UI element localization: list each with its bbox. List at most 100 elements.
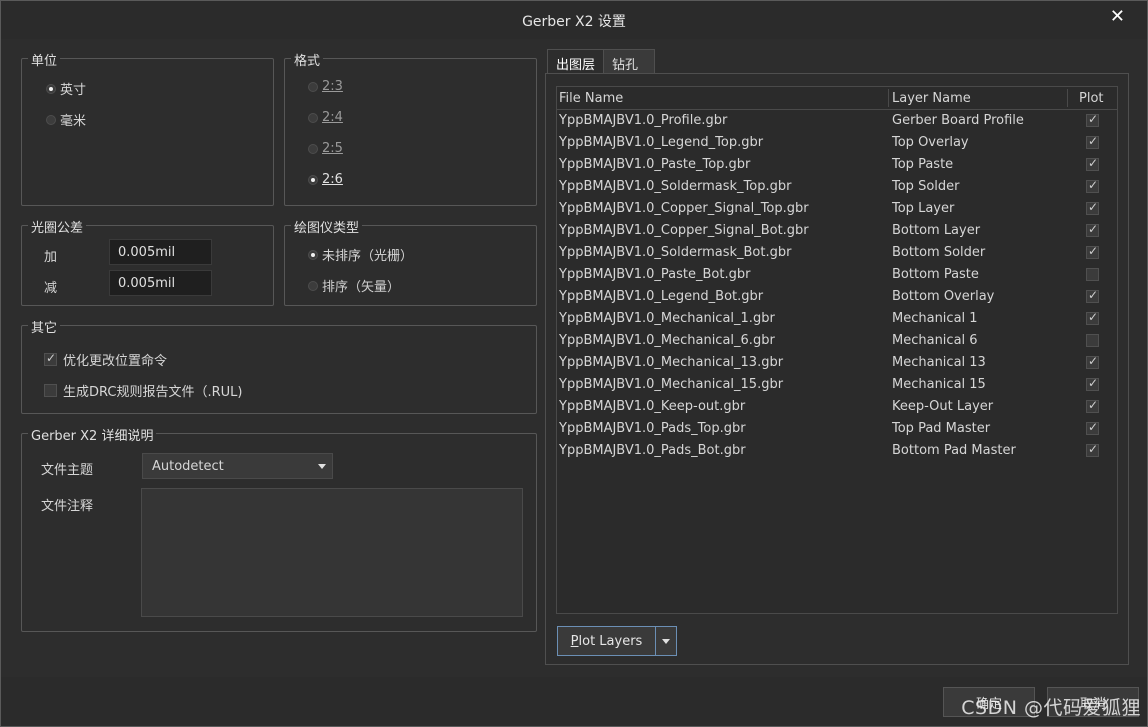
option-label: 优化更改位置命令	[63, 354, 168, 369]
table-row[interactable]: YppBMAJBV1.0_Copper_Signal_Bot.gbr Bottom…	[557, 220, 1117, 242]
radio-icon[interactable]	[308, 280, 318, 291]
table-row[interactable]: YppBMAJBV1.0_Copper_Signal_Top.gbr Top La…	[557, 198, 1117, 220]
plot-checkbox-icon[interactable]	[1086, 334, 1099, 347]
plot-cell	[1086, 354, 1099, 369]
generate-drc-report-option[interactable]: 生成DRC规则报告文件（.RUL)	[44, 381, 242, 400]
layer-name-cell: Mechanical 6	[892, 333, 978, 348]
table-row[interactable]: YppBMAJBV1.0_Pads_Top.gbr Top Pad Master	[557, 418, 1117, 440]
optimize-position-commands-option[interactable]: 优化更改位置命令	[44, 350, 167, 369]
radio-icon[interactable]	[308, 112, 318, 123]
radio-icon[interactable]	[308, 174, 318, 185]
file-name-cell: YppBMAJBV1.0_Mechanical_6.gbr	[559, 333, 775, 348]
units-option-inch[interactable]: 英寸	[46, 79, 86, 98]
table-row[interactable]: YppBMAJBV1.0_Paste_Bot.gbr Bottom Paste	[557, 264, 1117, 286]
checkbox-icon[interactable]	[44, 351, 57, 366]
plot-checkbox-icon[interactable]	[1086, 178, 1099, 193]
chevron-down-icon[interactable]	[655, 627, 676, 655]
column-divider[interactable]	[888, 89, 889, 107]
units-option-label: 英寸	[60, 83, 87, 98]
file-name-cell: YppBMAJBV1.0_Mechanical_1.gbr	[559, 311, 775, 326]
aperture-plus-label: 加	[44, 250, 58, 265]
checkbox-icon[interactable]	[44, 384, 57, 397]
layer-name-cell: Bottom Solder	[892, 245, 986, 260]
plot-checkbox-icon[interactable]	[1086, 268, 1099, 281]
tab-plot-layers[interactable]: 出图层	[547, 49, 605, 73]
plot-checkbox-icon[interactable]	[1086, 200, 1099, 215]
plot-checkbox-icon[interactable]	[1086, 112, 1099, 127]
table-row[interactable]: YppBMAJBV1.0_Soldermask_Bot.gbr Bottom So…	[557, 242, 1117, 264]
format-option-2-3[interactable]: 2:3	[308, 79, 343, 94]
table-row[interactable]: YppBMAJBV1.0_Keep-out.gbr Keep-Out Layer	[557, 396, 1117, 418]
file-name-cell: YppBMAJBV1.0_Legend_Top.gbr	[559, 135, 764, 150]
plot-checkbox-icon[interactable]	[1086, 310, 1099, 325]
units-option-label: 毫米	[60, 114, 87, 129]
plot-checkbox-icon[interactable]	[1086, 134, 1099, 149]
plot-layers-button-main[interactable]: Plot Layers	[558, 627, 655, 655]
close-icon[interactable]: ✕	[1110, 6, 1125, 27]
plot-checkbox-icon[interactable]	[1086, 222, 1099, 237]
title-bar: Gerber X2 设置 ✕	[1, 1, 1147, 39]
plot-checkbox-icon[interactable]	[1086, 354, 1099, 369]
file-name-cell: YppBMAJBV1.0_Profile.gbr	[559, 113, 728, 128]
x2-details-group: Gerber X2 详细说明 文件主题 Autodetect 文件注释	[21, 425, 537, 632]
layer-name-cell: Mechanical 13	[892, 355, 986, 370]
other-group-title: 其它	[28, 317, 61, 336]
file-name-cell: YppBMAJBV1.0_Mechanical_13.gbr	[559, 355, 784, 370]
aperture-group-title: 光圈公差	[28, 217, 87, 236]
gerber-x2-dialog: Gerber X2 设置 ✕ 单位 英寸 毫米 格式 2:3 2:4 2:5 2…	[0, 0, 1148, 727]
plot-checkbox-icon[interactable]	[1086, 442, 1099, 457]
mnemonic-letter: P	[570, 633, 579, 649]
plot-checkbox-icon[interactable]	[1086, 420, 1099, 435]
table-row[interactable]: YppBMAJBV1.0_Mechanical_15.gbr Mechanical…	[557, 374, 1117, 396]
plot-checkbox-icon[interactable]	[1086, 398, 1099, 413]
plot-cell	[1086, 398, 1099, 413]
file-name-cell: YppBMAJBV1.0_Copper_Signal_Top.gbr	[559, 201, 809, 216]
layer-name-cell: Top Layer	[892, 201, 955, 216]
plot-cell	[1086, 200, 1099, 215]
table-row[interactable]: YppBMAJBV1.0_Mechanical_1.gbr Mechanical …	[557, 308, 1117, 330]
plotter-option-label: 排序（矢量）	[322, 280, 401, 295]
table-row[interactable]: YppBMAJBV1.0_Paste_Top.gbr Top Paste	[557, 154, 1117, 176]
radio-icon[interactable]	[308, 143, 318, 154]
column-header-file-name[interactable]: File Name	[559, 91, 623, 106]
format-option-2-6[interactable]: 2:6	[308, 172, 343, 187]
table-row[interactable]: YppBMAJBV1.0_Soldermask_Top.gbr Top Solde…	[557, 176, 1117, 198]
plot-cell	[1086, 268, 1099, 281]
column-divider[interactable]	[1067, 89, 1068, 107]
units-option-mm[interactable]: 毫米	[46, 110, 86, 129]
plot-layers-label-rest: lot Layers	[578, 633, 643, 649]
format-option-2-4[interactable]: 2:4	[308, 110, 343, 125]
plot-layers-button[interactable]: Plot Layers	[557, 626, 677, 656]
table-row[interactable]: YppBMAJBV1.0_Legend_Top.gbr Top Overlay	[557, 132, 1117, 154]
radio-icon[interactable]	[308, 81, 318, 92]
layer-name-cell: Bottom Pad Master	[892, 443, 1016, 458]
plot-cell	[1086, 376, 1099, 391]
file-subject-select[interactable]: Autodetect	[142, 453, 333, 479]
aperture-minus-input[interactable]: 0.005mil	[109, 270, 212, 296]
plot-checkbox-icon[interactable]	[1086, 156, 1099, 171]
table-row[interactable]: YppBMAJBV1.0_Mechanical_6.gbr Mechanical …	[557, 330, 1117, 352]
radio-icon[interactable]	[308, 249, 318, 260]
plot-checkbox-icon[interactable]	[1086, 376, 1099, 391]
tab-drill[interactable]: 钻孔	[603, 49, 655, 73]
radio-icon[interactable]	[46, 83, 56, 94]
plot-cell	[1086, 156, 1099, 171]
format-option-2-5[interactable]: 2:5	[308, 141, 343, 156]
aperture-group: 光圈公差 加 0.005mil 减 0.005mil	[21, 217, 274, 306]
column-header-plot[interactable]: Plot	[1079, 91, 1104, 106]
table-row[interactable]: YppBMAJBV1.0_Legend_Bot.gbr Bottom Overla…	[557, 286, 1117, 308]
table-row[interactable]: YppBMAJBV1.0_Pads_Bot.gbr Bottom Pad Mast…	[557, 440, 1117, 462]
plot-checkbox-icon[interactable]	[1086, 244, 1099, 259]
table-row[interactable]: YppBMAJBV1.0_Mechanical_13.gbr Mechanical…	[557, 352, 1117, 374]
table-row[interactable]: YppBMAJBV1.0_Profile.gbr Gerber Board Pro…	[557, 110, 1117, 132]
plotter-option-sorted[interactable]: 排序（矢量）	[308, 276, 400, 295]
plotter-option-unsorted[interactable]: 未排序（光栅）	[308, 245, 413, 264]
file-comment-textarea[interactable]	[141, 488, 523, 617]
aperture-plus-input[interactable]: 0.005mil	[109, 239, 212, 265]
column-header-layer-name[interactable]: Layer Name	[892, 91, 971, 106]
layer-name-cell: Top Paste	[892, 157, 954, 172]
plot-cell	[1086, 244, 1099, 259]
plot-checkbox-icon[interactable]	[1086, 288, 1099, 303]
dialog-footer: 确定 取消 CSDN @代码爱狐狸	[1, 677, 1147, 726]
radio-icon[interactable]	[46, 114, 56, 125]
